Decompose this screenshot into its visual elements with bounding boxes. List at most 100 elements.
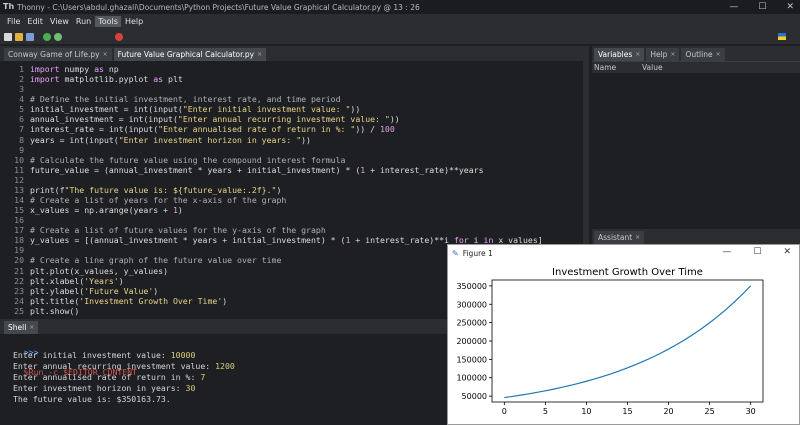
code-token: y_values = [(annual_investment * years +… xyxy=(30,235,346,246)
menu-view[interactable]: View xyxy=(47,16,72,27)
matplotlib-figure-window[interactable]: ✎ Figure 1 — ☐ ✕ Investment Growth Over … xyxy=(447,244,800,425)
line-number: 4 xyxy=(19,94,24,105)
line-number: 8 xyxy=(19,134,24,145)
menu-edit[interactable]: Edit xyxy=(24,16,46,27)
line-number: 22 xyxy=(14,275,24,286)
figure-minimize-button[interactable]: — xyxy=(722,247,731,257)
code-token: plt.title( xyxy=(30,295,80,306)
shell-user-input: 1200 xyxy=(215,360,235,371)
shell-output-line: The future value is: $350163.73. xyxy=(13,394,235,405)
assistant-tab-bar: Assistant × xyxy=(592,229,800,244)
code-line[interactable]: import matplotlib.pyplot as plt xyxy=(30,74,543,84)
code-token: + interest_rate)**i xyxy=(350,235,454,246)
stop-icon[interactable] xyxy=(115,32,123,41)
code-line[interactable]: print(f"The future value is: ${future_va… xyxy=(30,185,543,195)
line-number: 7 xyxy=(19,124,24,135)
shell-output-line: Enter annualised rate of return in %: 7 xyxy=(13,372,235,383)
line-number: 12 xyxy=(14,174,24,185)
editor-tab-bar: Conway Game of Life.py × Future Value Grap… xyxy=(0,46,589,61)
code-line[interactable]: future_value = (annual_investment * year… xyxy=(30,165,543,175)
editor-tab[interactable]: Future Value Graphical Calculator.py × xyxy=(113,48,267,61)
y-tick-label: 200000 xyxy=(456,337,487,346)
close-icon[interactable]: × xyxy=(257,51,262,58)
y-tick-label: 100000 xyxy=(456,374,487,383)
code-token: numpy xyxy=(59,64,95,74)
code-token: ) xyxy=(153,285,159,296)
figure-close-button[interactable]: ✕ xyxy=(783,247,791,257)
editor-tab[interactable]: Conway Game of Life.py × xyxy=(4,48,112,61)
menu-file[interactable]: File xyxy=(4,16,23,27)
code-line[interactable]: annual_investment = int(input("Enter ann… xyxy=(30,114,543,124)
menu-tools[interactable]: Tools xyxy=(95,16,121,27)
code-line[interactable]: import numpy as np xyxy=(30,64,543,74)
code-token: 'Years' xyxy=(84,275,119,286)
line-number: 15 xyxy=(14,205,24,216)
line-number: 5 xyxy=(19,104,24,115)
code-token: 'Future Value' xyxy=(84,285,154,296)
close-button[interactable]: ✕ xyxy=(786,0,794,14)
tab-variables[interactable]: Variables × xyxy=(594,48,645,61)
code-token: # Calculate the future value using the c… xyxy=(30,154,346,165)
tab-label: Outline xyxy=(685,50,713,59)
code-line[interactable] xyxy=(30,145,543,155)
close-icon[interactable]: × xyxy=(716,51,721,58)
menu-run[interactable]: Run xyxy=(73,16,94,27)
code-token: )) xyxy=(350,104,361,115)
save-icon[interactable] xyxy=(26,32,34,41)
debug-icon[interactable] xyxy=(54,32,62,41)
code-line[interactable] xyxy=(30,84,543,94)
series-line xyxy=(504,285,752,399)
x-tick-label: 10 xyxy=(581,407,591,416)
code-line[interactable] xyxy=(30,175,543,185)
variables-col-value: Value xyxy=(642,63,663,72)
figure-titlebar: ✎ Figure 1 — ☐ ✕ xyxy=(448,245,799,261)
line-number: 23 xyxy=(14,285,24,296)
code-line[interactable]: interest_rate = int(input("Enter annuali… xyxy=(30,124,543,134)
language-flag-icon[interactable] xyxy=(778,33,786,40)
shell-output-text: Enter annual recurring investment value: xyxy=(13,360,216,371)
code-line[interactable]: # Create a list of years for the x-axis … xyxy=(30,195,543,205)
code-token: np xyxy=(103,64,119,74)
code-token: years = int(input( xyxy=(30,134,119,145)
code-line[interactable]: x_values = np.arange(years + 1) xyxy=(30,205,543,215)
tab-help[interactable]: Help × xyxy=(646,48,680,61)
code-token: plt xyxy=(163,74,183,85)
close-icon[interactable]: × xyxy=(670,51,675,58)
close-icon[interactable]: × xyxy=(635,51,640,58)
y-tick-label: 150000 xyxy=(456,355,487,364)
line-number: 3 xyxy=(19,84,24,95)
tab-outline[interactable]: Outline × xyxy=(681,48,725,61)
y-tick-label: 250000 xyxy=(456,319,487,328)
code-line[interactable]: # Create a list of future values for the… xyxy=(30,225,543,235)
code-token: as xyxy=(153,74,164,85)
line-number: 6 xyxy=(19,114,24,125)
code-token: # Create a list of years for the x-axis … xyxy=(30,195,287,206)
code-token: "Enter annual recurring investment value… xyxy=(177,114,390,125)
code-line[interactable]: # Calculate the future value using the c… xyxy=(30,155,543,165)
shell-output-text: Enter investment horizon in years: xyxy=(13,382,186,393)
right-panel-tabs: Variables × Help × Outline × xyxy=(592,46,800,61)
menu-help[interactable]: Help xyxy=(122,16,146,27)
tab-shell[interactable]: Shell × xyxy=(4,321,39,334)
line-number: 25 xyxy=(14,305,24,316)
figure-maximize-button[interactable]: ☐ xyxy=(753,247,761,257)
open-file-icon[interactable] xyxy=(15,32,23,41)
shell-user-input: 7 xyxy=(200,371,206,382)
tab-assistant[interactable]: Assistant × xyxy=(594,231,645,244)
minimize-button[interactable]: — xyxy=(729,0,738,14)
variables-panel: Variables × Help × Outline × Name Value xyxy=(592,46,800,223)
code-line[interactable]: years = int(input("Enter investment hori… xyxy=(30,135,543,145)
code-token: plt.xlabel( xyxy=(30,275,85,286)
code-line[interactable]: # Define the initial investment, interes… xyxy=(30,94,543,104)
line-number: 13 xyxy=(14,184,24,195)
close-icon[interactable]: × xyxy=(29,324,34,331)
code-token: 'Investment Growth Over Time' xyxy=(79,295,223,306)
code-line[interactable] xyxy=(30,215,543,225)
new-file-icon[interactable] xyxy=(4,32,12,41)
code-token: # Create a line graph of the future valu… xyxy=(30,255,282,266)
run-icon[interactable] xyxy=(43,32,51,41)
code-line[interactable]: initial_investment = int(input("Enter in… xyxy=(30,104,543,114)
close-icon[interactable]: × xyxy=(635,234,640,241)
close-icon[interactable]: × xyxy=(103,51,108,58)
maximize-button[interactable]: ☐ xyxy=(758,0,766,14)
